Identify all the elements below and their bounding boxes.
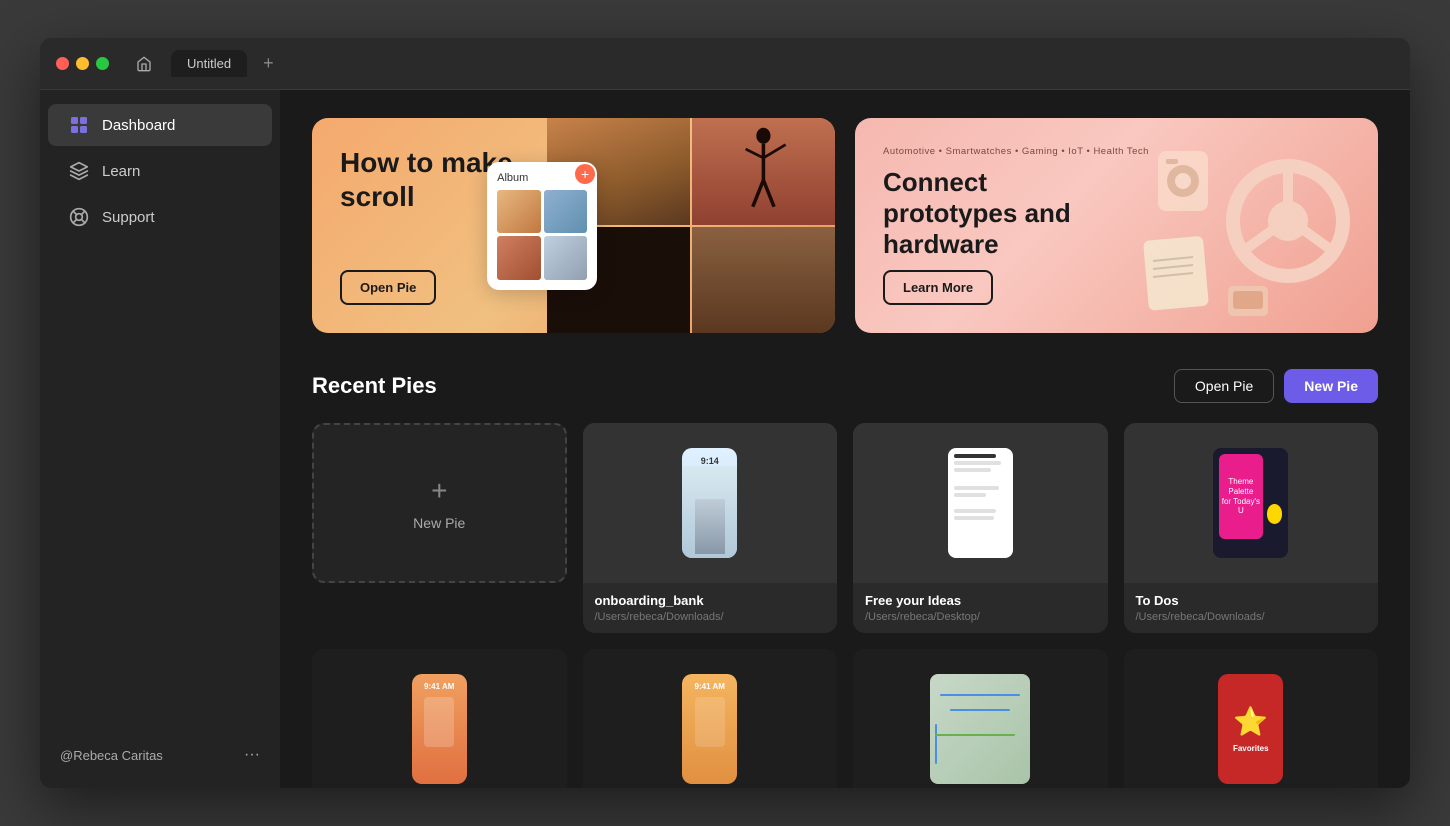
pie-thumbnail: 9:41 AM: [583, 649, 838, 788]
white-doc-mockup: [948, 448, 1013, 558]
pie-path: /Users/rebeca/Downloads/: [595, 611, 826, 623]
sidebar-item-dashboard[interactable]: Dashboard: [48, 104, 272, 146]
pie-card-orange1[interactable]: 9:41 AM: [312, 649, 567, 788]
hardware-banner[interactable]: Automotive • Smartwatches • Gaming • IoT…: [855, 118, 1378, 333]
sidebar-item-label: Learn: [102, 163, 140, 180]
album-plus-icon: +: [575, 164, 595, 184]
pie-name: To Dos: [1136, 593, 1367, 608]
support-icon: [68, 206, 90, 228]
pie-card-to-dos[interactable]: Theme Palettefor Today's U To Dos /Users…: [1124, 423, 1379, 633]
pink-card: Theme Palettefor Today's U: [1219, 454, 1262, 539]
pie-thumbnail: [853, 423, 1108, 583]
pie-info: To Dos /Users/rebeca/Downloads/: [1124, 583, 1379, 633]
colorful-mockup: Theme Palettefor Today's U: [1213, 448, 1288, 558]
pie-card-map[interactable]: [853, 649, 1108, 788]
pie-thumbnail: Theme Palettefor Today's U: [1124, 423, 1379, 583]
sidebar-item-support[interactable]: Support: [48, 196, 272, 238]
pie-thumbnail: 9:41 AM: [312, 649, 567, 788]
phone-mockup: 9:14: [682, 448, 737, 558]
pie-path: /Users/rebeca/Downloads/: [1136, 611, 1367, 623]
pie-card-favorites[interactable]: ⭐ Favorites: [1124, 649, 1379, 788]
album-label: Album: [497, 172, 587, 184]
open-pie-button[interactable]: Open Pie: [340, 270, 436, 305]
learn-icon: [68, 160, 90, 182]
bottle-image: [692, 227, 835, 334]
album-card: Album +: [487, 162, 597, 290]
header-actions: Open Pie New Pie: [1174, 369, 1378, 403]
pie-info: onboarding_bank /Users/rebeca/Downloads/: [583, 583, 838, 633]
pie-info: Free your Ideas /Users/rebeca/Desktop/: [853, 583, 1108, 633]
banner-title: Connect prototypes and hardware: [883, 167, 1103, 261]
user-menu-button[interactable]: ···: [244, 746, 260, 764]
pies-grid-row1: + New Pie 9:14: [312, 423, 1378, 633]
pie-card-orange2[interactable]: 9:41 AM: [583, 649, 838, 788]
new-pie-label: New Pie: [413, 515, 465, 531]
yellow-shape: [1267, 504, 1283, 524]
traffic-lights: [56, 57, 109, 70]
minimize-button[interactable]: [76, 57, 89, 70]
new-pie-button[interactable]: New Pie: [1284, 369, 1378, 403]
dashboard-icon: [68, 114, 90, 136]
sidebar-item-label: Support: [102, 209, 155, 226]
tennis-image: [692, 118, 835, 225]
new-tab-button[interactable]: +: [263, 53, 274, 74]
user-name: @Rebeca Caritas: [60, 748, 163, 763]
sidebar-footer: @Rebeca Caritas ···: [40, 734, 280, 776]
titlebar: Untitled +: [40, 38, 1410, 90]
new-pie-card[interactable]: + New Pie: [312, 423, 567, 583]
pie-path: /Users/rebeca/Desktop/: [865, 611, 1096, 623]
steering-wheel-visual: [1138, 131, 1358, 321]
scroll-banner[interactable]: How to make scroll Open Pie: [312, 118, 835, 333]
main-content: How to make scroll Open Pie: [280, 90, 1410, 788]
pie-name: Free your Ideas: [865, 593, 1096, 608]
sidebar-item-learn[interactable]: Learn: [48, 150, 272, 192]
sidebar: Dashboard Learn: [40, 90, 280, 788]
section-title: Recent Pies: [312, 373, 437, 399]
pie-card-onboarding-bank[interactable]: 9:14 onboarding_bank /Users/rebeca/Downl…: [583, 423, 838, 633]
learn-more-button[interactable]: Learn More: [883, 270, 993, 305]
open-pie-button[interactable]: Open Pie: [1174, 369, 1274, 403]
pie-name: onboarding_bank: [595, 593, 826, 608]
recent-pies-header: Recent Pies Open Pie New Pie: [312, 369, 1378, 403]
home-icon[interactable]: [129, 49, 159, 79]
close-button[interactable]: [56, 57, 69, 70]
phone-time: 9:14: [701, 456, 719, 466]
pie-thumbnail: [853, 649, 1108, 788]
app-window: Untitled + Dashboard: [40, 38, 1410, 788]
sidebar-item-label: Dashboard: [102, 117, 175, 134]
pie-thumbnail: ⭐ Favorites: [1124, 649, 1379, 788]
plus-icon: +: [431, 475, 447, 507]
pies-grid-row2: 9:41 AM 9:41 AM: [312, 649, 1378, 788]
banner-categories: Automotive • Smartwatches • Gaming • IoT…: [883, 146, 1163, 157]
browser-tab[interactable]: Untitled: [171, 50, 247, 77]
pie-thumbnail: 9:14: [583, 423, 838, 583]
banners-section: How to make scroll Open Pie: [312, 118, 1378, 333]
pie-card-free-ideas[interactable]: Free your Ideas /Users/rebeca/Desktop/: [853, 423, 1108, 633]
app-body: Dashboard Learn: [40, 90, 1410, 788]
maximize-button[interactable]: [96, 57, 109, 70]
tab-title: Untitled: [187, 56, 231, 71]
